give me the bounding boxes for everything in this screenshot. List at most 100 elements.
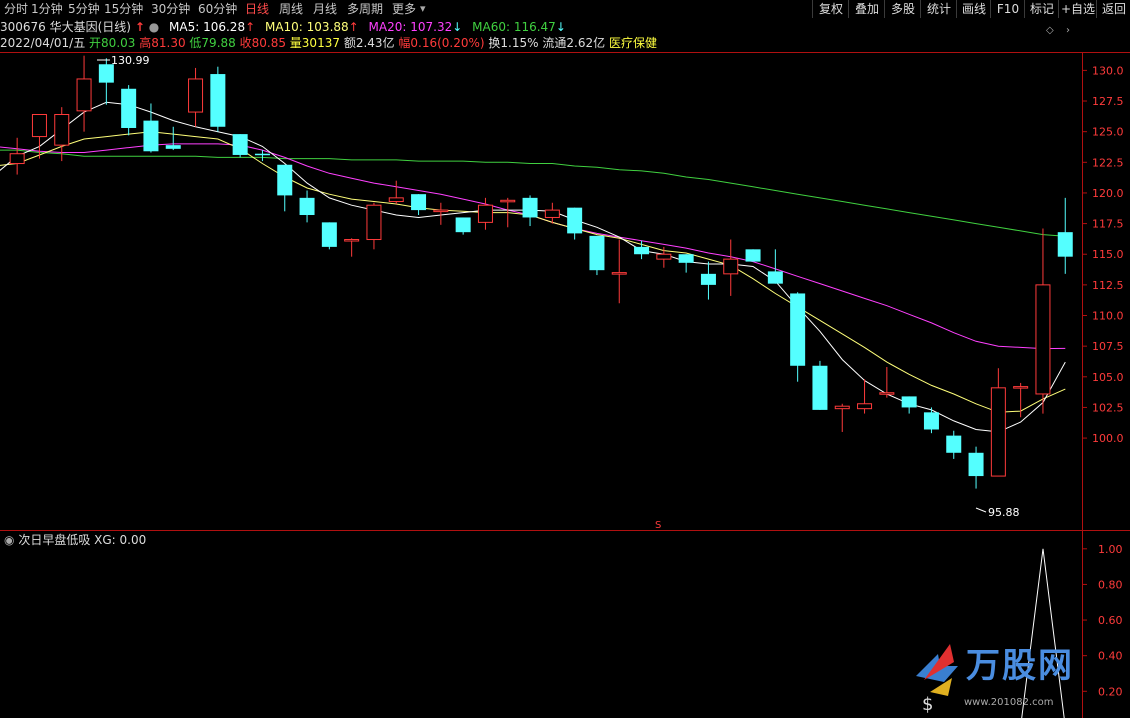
candle bbox=[812, 360, 828, 410]
candle bbox=[589, 235, 605, 276]
low-label: 95.88 bbox=[988, 506, 1020, 519]
candle-body bbox=[745, 249, 761, 262]
candle bbox=[1035, 228, 1051, 414]
candle-body bbox=[54, 114, 70, 146]
candle-body bbox=[901, 396, 917, 408]
candle-body bbox=[812, 365, 828, 410]
candle-body bbox=[1035, 284, 1051, 395]
candle bbox=[121, 85, 137, 136]
candle-body bbox=[834, 405, 850, 410]
candle bbox=[700, 261, 716, 300]
candle-body bbox=[522, 197, 538, 218]
candle bbox=[990, 368, 1006, 477]
y-tick-label: 130.0 bbox=[1092, 64, 1124, 77]
candle-body bbox=[188, 78, 204, 113]
candle-body bbox=[723, 258, 739, 275]
candle-body bbox=[321, 222, 337, 247]
candle-body bbox=[968, 452, 984, 477]
high-label: 130.99 bbox=[111, 54, 150, 67]
y-tick-label: 122.5 bbox=[1092, 156, 1124, 169]
ma5-line bbox=[0, 101, 1066, 433]
y-tick-label: 100.0 bbox=[1092, 432, 1124, 445]
candle-body bbox=[143, 120, 159, 152]
ind-tick-label: 0.60 bbox=[1098, 614, 1123, 627]
indicator-title[interactable]: ◉ 次日早盘低吸 XG: 0.00 bbox=[4, 532, 146, 548]
candle-body bbox=[477, 204, 493, 223]
candle-body bbox=[634, 246, 650, 255]
indicator-settings-icon[interactable]: ◉ bbox=[4, 533, 14, 547]
candlesticks bbox=[9, 55, 1073, 489]
candle-body bbox=[923, 412, 939, 430]
candle-body bbox=[98, 64, 114, 83]
candle-body bbox=[567, 207, 583, 234]
candle bbox=[321, 222, 337, 250]
nav-right-icon[interactable]: › bbox=[1066, 25, 1070, 36]
candle-body bbox=[76, 78, 92, 112]
candle-body bbox=[544, 209, 560, 218]
candle-body bbox=[767, 271, 783, 284]
y-tick-label: 125.0 bbox=[1092, 126, 1124, 139]
y-tick-label: 120.0 bbox=[1092, 187, 1124, 200]
low-pointer bbox=[975, 507, 987, 513]
candle-body bbox=[277, 164, 293, 196]
candle-body bbox=[9, 153, 25, 165]
candle bbox=[834, 403, 850, 432]
site-logo: $ 万股网 www.201082.com bbox=[908, 636, 1130, 718]
y-tick-label: 110.0 bbox=[1092, 310, 1124, 323]
candle-body bbox=[254, 153, 270, 156]
candle bbox=[210, 66, 226, 132]
candle bbox=[767, 249, 783, 284]
candle bbox=[277, 164, 293, 212]
candle bbox=[879, 366, 895, 398]
candle-body bbox=[500, 199, 516, 203]
candle-body bbox=[1057, 232, 1073, 257]
candle bbox=[366, 202, 382, 250]
candle bbox=[857, 379, 873, 414]
diamond-icon[interactable]: ◇ bbox=[1046, 25, 1054, 36]
candle-body bbox=[31, 114, 47, 138]
ind-tick-label: 1.00 bbox=[1098, 543, 1123, 556]
candle bbox=[1013, 382, 1029, 418]
ma20-line bbox=[0, 143, 1066, 350]
candle bbox=[411, 194, 427, 216]
candle-body bbox=[165, 145, 181, 149]
candle-body bbox=[411, 194, 427, 211]
candle bbox=[968, 446, 984, 489]
candle-body bbox=[344, 239, 360, 242]
y-tick-label: 102.5 bbox=[1092, 401, 1124, 414]
candle bbox=[76, 55, 92, 132]
candle bbox=[388, 180, 404, 204]
svg-text:$: $ bbox=[922, 694, 933, 715]
moving-average-lines bbox=[0, 101, 1066, 433]
candle bbox=[656, 246, 672, 268]
y-tick-label: 115.0 bbox=[1092, 248, 1124, 261]
candle bbox=[723, 239, 739, 296]
candle-body bbox=[700, 273, 716, 285]
candle-body bbox=[210, 74, 226, 127]
candle bbox=[188, 67, 204, 127]
candle bbox=[678, 254, 694, 273]
candle-body bbox=[589, 235, 605, 271]
candle-body bbox=[946, 435, 962, 453]
candle-body bbox=[232, 134, 248, 155]
logo-mark-icon: $ bbox=[916, 644, 958, 715]
candle bbox=[790, 292, 806, 382]
y-tick-label: 127.5 bbox=[1092, 95, 1124, 108]
y-tick-label: 117.5 bbox=[1092, 218, 1124, 231]
candle bbox=[567, 207, 583, 240]
candle bbox=[433, 202, 449, 225]
candle-body bbox=[366, 204, 382, 241]
candle bbox=[344, 238, 360, 257]
candle bbox=[745, 249, 761, 262]
candle-body bbox=[1013, 386, 1029, 389]
candle bbox=[9, 137, 25, 175]
candle bbox=[946, 430, 962, 459]
candle-body bbox=[678, 254, 694, 263]
kline-chart[interactable]: ◇ › 100.0102.5105.0107.5110.0112.5115.01… bbox=[0, 0, 1130, 718]
y-tick-label: 107.5 bbox=[1092, 340, 1124, 353]
candle bbox=[611, 239, 627, 304]
candle-body bbox=[656, 253, 672, 260]
candle-body bbox=[388, 197, 404, 203]
candle-body bbox=[857, 403, 873, 410]
main-y-axis: 100.0 102.5 105.0 107.5 110.0 112.5 115.0 117.5… bbox=[1082, 64, 1124, 445]
